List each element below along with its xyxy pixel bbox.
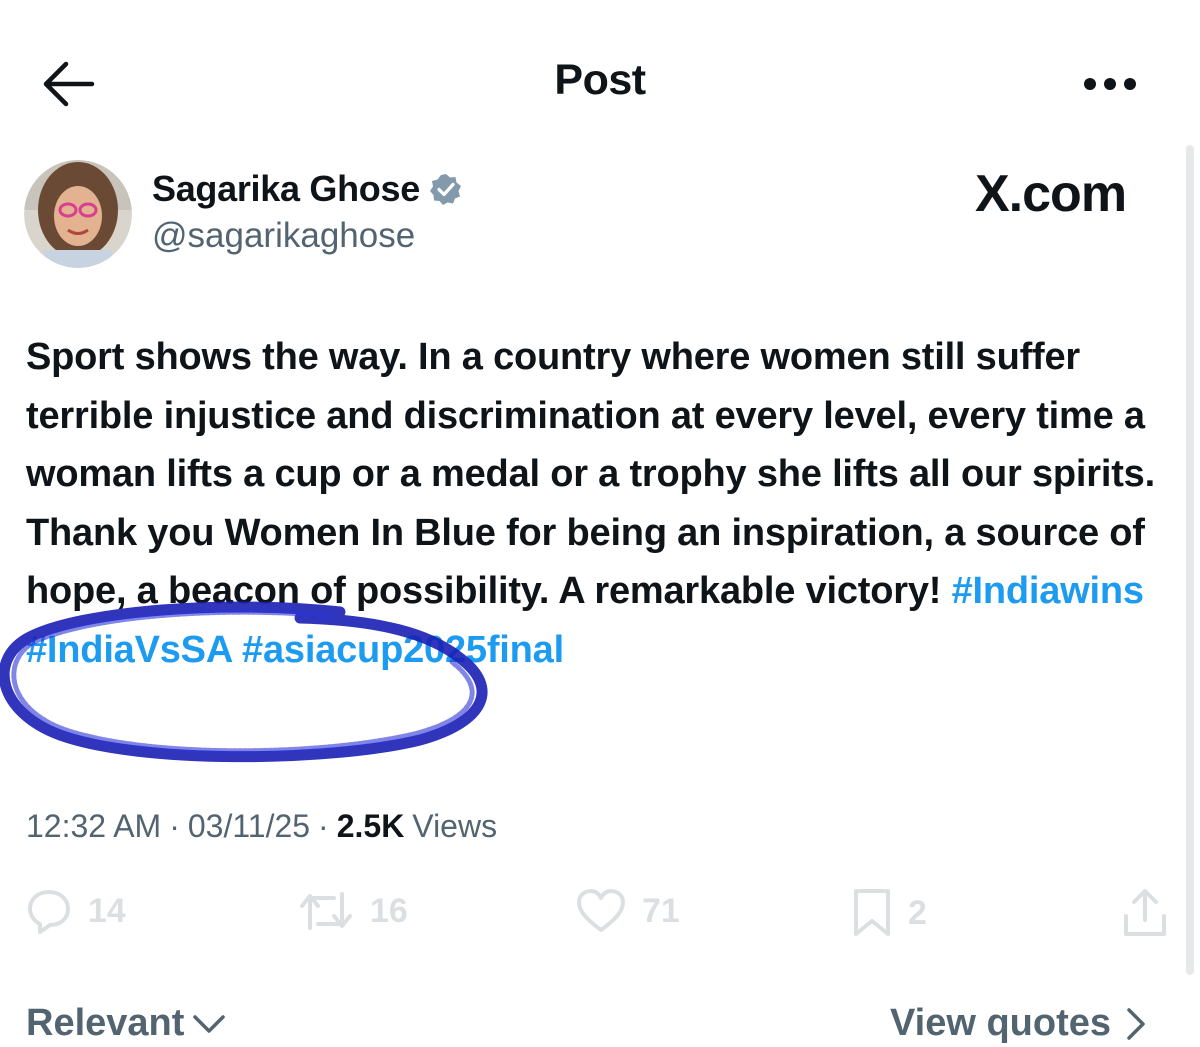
post-time[interactable]: 12:32 AM <box>26 808 161 845</box>
sort-label: Relevant <box>26 1002 185 1044</box>
more-options-button[interactable] <box>1080 64 1140 104</box>
post-date[interactable]: 03/11/25 <box>188 808 310 845</box>
chevron-right-icon <box>1127 1007 1145 1040</box>
reply-button[interactable]: 14 <box>26 888 126 934</box>
repost-count: 16 <box>370 891 408 930</box>
bookmark-button[interactable]: 2 <box>852 888 927 938</box>
more-icon <box>1084 78 1136 90</box>
views-count: 2.5K <box>336 808 405 844</box>
avatar-image <box>24 160 132 268</box>
meta-separator: · <box>169 808 180 844</box>
repost-button[interactable]: 16 <box>298 888 408 934</box>
bookmark-count: 2 <box>908 893 927 932</box>
view-quotes-link[interactable]: View quotes <box>890 1002 1147 1045</box>
hashtag-link[interactable]: #IndiaVsSA <box>26 629 232 671</box>
post-meta: 12:32 AM · 03/11/25 · 2.5K Views <box>26 808 497 845</box>
action-bar: 14 16 71 2 <box>0 888 1200 948</box>
post-text: Sport shows the way. In a country where … <box>26 328 1186 679</box>
share-button[interactable] <box>1122 888 1168 938</box>
bookmark-icon <box>854 889 890 936</box>
author-handle[interactable]: @sagarikaghose <box>152 216 415 256</box>
sort-replies-button[interactable]: Relevant <box>26 1002 226 1045</box>
heart-icon <box>577 889 625 932</box>
page-title: Post <box>554 56 646 104</box>
avatar[interactable] <box>24 160 132 268</box>
views-label: Views <box>412 808 498 844</box>
scrollbar[interactable] <box>1186 145 1194 975</box>
hashtag-link[interactable]: #Indiawins <box>952 570 1144 612</box>
reply-count: 14 <box>88 891 126 930</box>
reply-icon <box>28 890 70 934</box>
view-quotes-label: View quotes <box>890 1002 1112 1044</box>
meta-separator: · <box>318 808 329 844</box>
like-count: 71 <box>642 891 680 930</box>
verified-badge-icon <box>429 174 461 205</box>
like-button[interactable]: 71 <box>576 888 680 934</box>
chevron-down-icon <box>193 1014 226 1033</box>
xcom-watermark: X.com <box>975 165 1127 223</box>
hashtag-link[interactable]: #asiacup2025final <box>242 629 564 671</box>
author-name-row: Sagarika Ghose <box>152 168 462 210</box>
repost-icon <box>300 892 352 930</box>
share-icon <box>1124 889 1166 936</box>
author-name[interactable]: Sagarika Ghose <box>152 168 420 210</box>
